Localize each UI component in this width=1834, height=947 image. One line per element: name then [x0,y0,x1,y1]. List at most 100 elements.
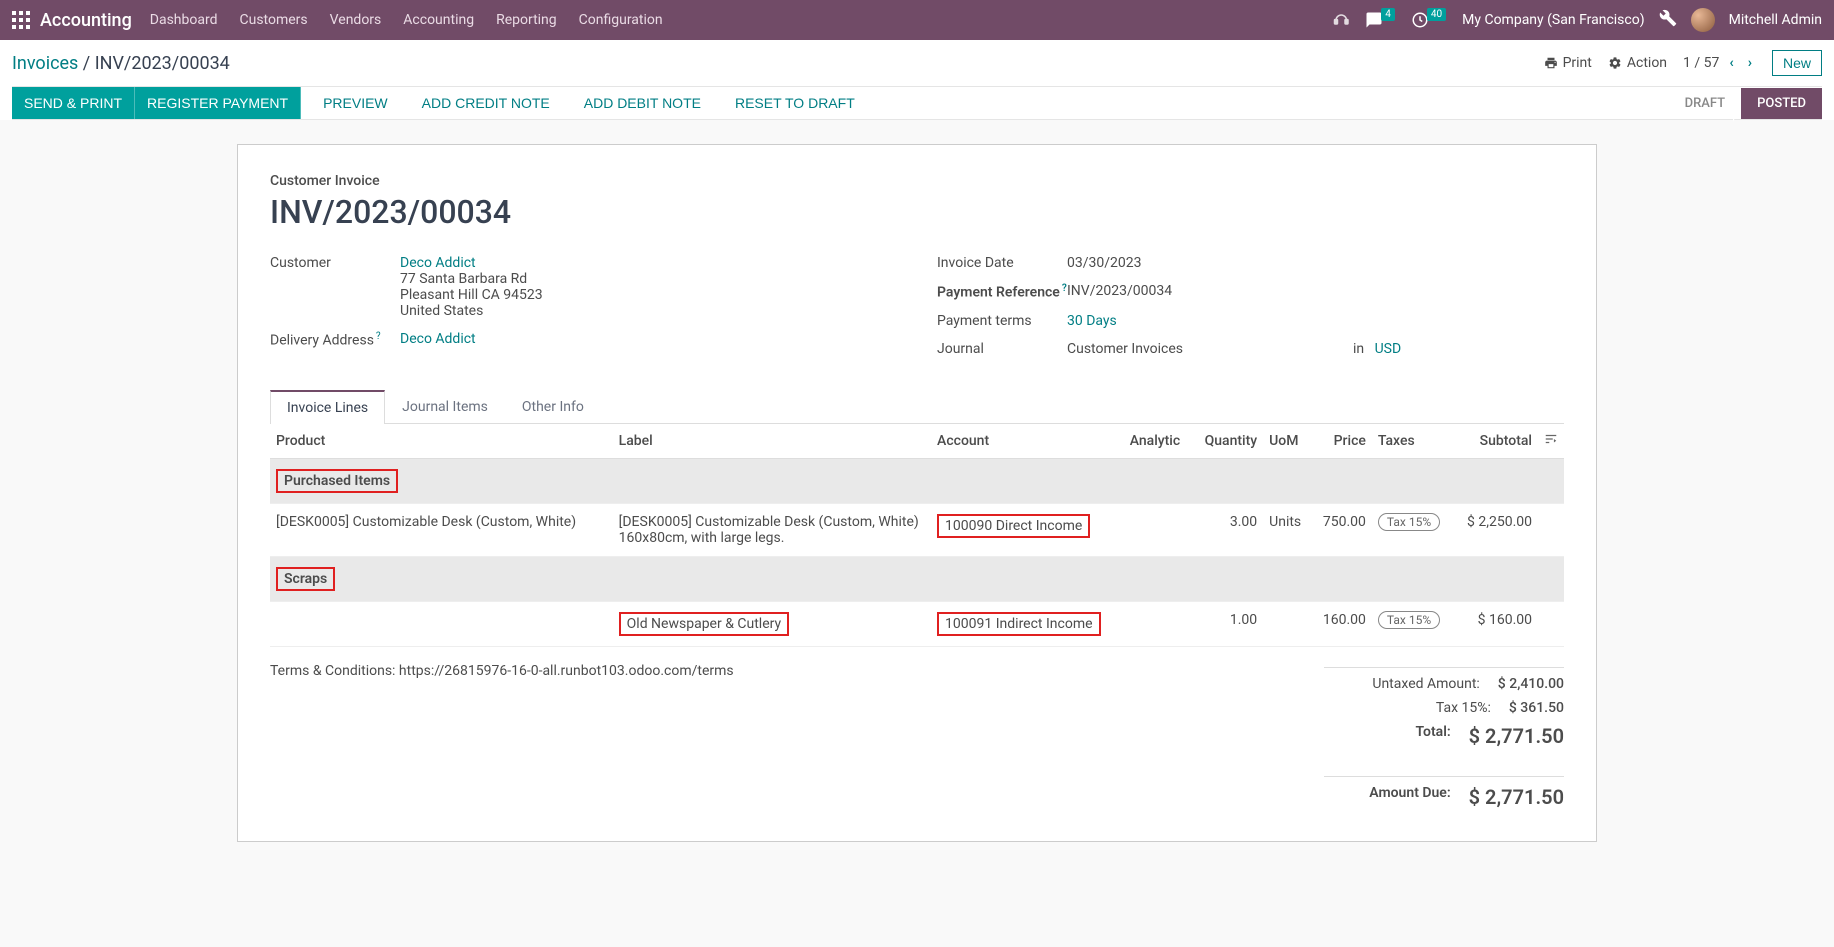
record-type: Customer Invoice [270,173,1564,189]
user-name[interactable]: Mitchell Admin [1729,12,1822,28]
cell-label: Old Newspaper & Cutlery [619,612,789,636]
table-row[interactable]: Old Newspaper & Cutlery 100091 Indirect … [270,601,1564,646]
register-payment-button[interactable]: REGISTER PAYMENT [135,87,301,119]
send-print-button[interactable]: SEND & PRINT [12,87,135,119]
cell-analytic [1124,601,1193,646]
total-value: $ 2,771.50 [1469,724,1564,748]
cell-product [270,601,613,646]
cell-price: 750.00 [1311,503,1371,556]
cell-subtotal: $ 160.00 [1453,601,1538,646]
col-analytic: Analytic [1124,424,1193,459]
section-purchased: Purchased Items [276,469,398,493]
debug-icon[interactable] [1659,9,1677,31]
cell-qty: 3.00 [1192,503,1263,556]
avatar[interactable] [1691,8,1715,32]
col-account: Account [931,424,1124,459]
col-quantity: Quantity [1192,424,1263,459]
cell-uom: Units [1263,503,1311,556]
menu-customers[interactable]: Customers [240,12,308,28]
help-icon[interactable]: ? [376,331,381,342]
cell-account: 100090 Direct Income [937,514,1090,538]
tax-label: Tax 15%: [1324,700,1509,716]
currency-link[interactable]: USD [1375,341,1402,357]
activity-icon[interactable]: 40 [1411,11,1448,29]
delivery-label: Delivery Address? [270,331,400,349]
pager-next[interactable]: › [1744,53,1756,73]
totals: Untaxed Amount: $ 2,410.00 Tax 15%: $ 36… [1324,663,1564,813]
journal-value: Customer Invoices [1067,341,1183,357]
tab-invoice-lines[interactable]: Invoice Lines [270,390,385,424]
chat-badge: 4 [1381,8,1395,21]
reset-draft-button[interactable]: RESET TO DRAFT [723,87,867,119]
payment-ref-value: INV/2023/00034 [1067,283,1172,299]
section-row: Purchased Items [270,458,1564,503]
status-posted[interactable]: POSTED [1741,88,1822,119]
chat-icon[interactable]: 4 [1365,11,1397,29]
activity-badge: 40 [1427,8,1446,21]
tab-other-info[interactable]: Other Info [505,390,601,424]
breadcrumb-parent[interactable]: Invoices [12,53,78,74]
terms-link[interactable]: 30 Days [1067,313,1117,329]
cell-label: [DESK0005] Customizable Desk (Custom, Wh… [613,503,931,556]
form-sheet-bg: Customer Invoice INV/2023/00034 Customer… [0,120,1834,866]
table-row[interactable]: [DESK0005] Customizable Desk (Custom, Wh… [270,503,1564,556]
cell-qty: 1.00 [1192,601,1263,646]
debit-note-button[interactable]: ADD DEBIT NOTE [572,87,713,119]
status-draft[interactable]: DRAFT [1669,88,1742,119]
menu-configuration[interactable]: Configuration [579,12,663,28]
breadcrumb: Invoices / INV/2023/00034 [12,53,230,74]
print-icon [1544,56,1558,70]
customer-link[interactable]: Deco Addict [400,255,476,271]
col-subtotal: Subtotal [1453,424,1538,459]
apps-icon[interactable] [12,11,30,29]
form-sheet: Customer Invoice INV/2023/00034 Customer… [237,144,1597,842]
cell-account: 100091 Indirect Income [937,612,1101,636]
address-country: United States [400,303,483,319]
invoice-date-value: 03/30/2023 [1067,255,1142,271]
pager: 1 / 57 ‹ › [1683,53,1756,73]
col-adjust[interactable] [1538,424,1564,459]
gear-icon [1608,56,1622,70]
info-grid: Customer Deco Addict 77 Santa Barbara Rd… [270,255,1564,369]
total-label: Total: [1324,724,1469,748]
menu-vendors[interactable]: Vendors [330,12,382,28]
customer-label: Customer [270,255,400,271]
invoice-lines-table: Product Label Account Analytic Quantity … [270,424,1564,647]
address-line2: Pleasant Hill CA 94523 [400,287,543,303]
delivery-link[interactable]: Deco Addict [400,331,476,347]
cell-analytic [1124,503,1193,556]
menu-accounting[interactable]: Accounting [403,12,474,28]
col-product: Product [270,424,613,459]
menu-dashboard[interactable]: Dashboard [150,12,218,28]
cell-subtotal: $ 2,250.00 [1453,503,1538,556]
cell-price: 160.00 [1311,601,1371,646]
company-switcher[interactable]: My Company (San Francisco) [1462,12,1644,28]
action-bar: SEND & PRINT REGISTER PAYMENT PREVIEW AD… [12,86,1822,120]
control-panel: Invoices / INV/2023/00034 Print Action 1… [0,40,1834,120]
due-label: Amount Due: [1324,785,1469,809]
credit-note-button[interactable]: ADD CREDIT NOTE [410,87,562,119]
menu-reporting[interactable]: Reporting [496,12,557,28]
print-button[interactable]: Print [1544,55,1592,71]
col-uom: UoM [1263,424,1311,459]
action-button[interactable]: Action [1608,55,1667,71]
record-name: INV/2023/00034 [270,193,1564,231]
tab-journal-items[interactable]: Journal Items [385,390,505,424]
nav-right: 4 40 My Company (San Francisco) Mitchell… [1333,8,1822,32]
preview-button[interactable]: PREVIEW [311,87,400,119]
due-value: $ 2,771.50 [1469,785,1564,809]
terms-label: Payment terms [937,313,1067,329]
pager-prev[interactable]: ‹ [1725,53,1737,73]
adjust-icon [1544,432,1558,446]
support-icon[interactable] [1333,9,1351,31]
new-button[interactable]: New [1772,50,1822,76]
main-menu: Dashboard Customers Vendors Accounting R… [150,12,1333,28]
section-scraps: Scraps [276,567,335,591]
brand[interactable]: Accounting [40,10,132,31]
cell-product: [DESK0005] Customizable Desk (Custom, Wh… [270,503,613,556]
col-taxes: Taxes [1372,424,1454,459]
tabs: Invoice Lines Journal Items Other Info [270,389,1564,424]
terms-text: Terms & Conditions: https://26815976-16-… [270,663,734,679]
top-nav: Accounting Dashboard Customers Vendors A… [0,0,1834,40]
untaxed-value: $ 2,410.00 [1498,676,1564,692]
